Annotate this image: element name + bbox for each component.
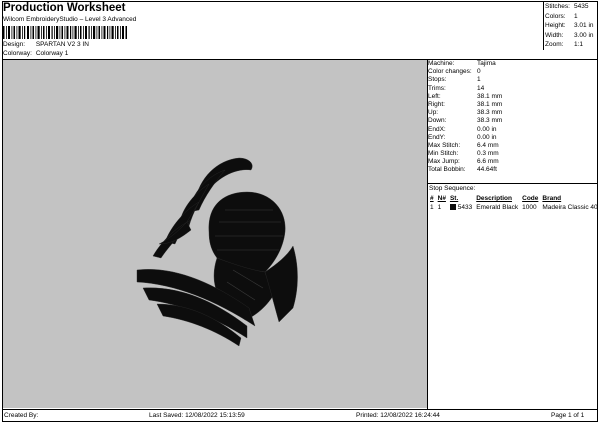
footer-divider	[2, 409, 598, 410]
info-row: Min Stitch: 0.3 mm	[428, 150, 499, 158]
info-row: EndY: 0.00 in	[428, 133, 497, 141]
cell-stop-number: 1	[430, 204, 434, 211]
design-value: SPARTAN V2 3 IN	[35, 41, 89, 48]
summary-row: Zoom: 1:1	[545, 41, 584, 48]
design-summary: Stitches: 5435 Colors: 1 Height: 3.01 in Wi…	[545, 2, 594, 50]
thread-color-swatch	[449, 204, 456, 211]
info-row: Trims: 14	[428, 84, 485, 92]
info-row: Stops: 1	[428, 76, 481, 84]
info-row: Color changes: 0	[428, 68, 481, 76]
cell-code: 1000	[522, 204, 537, 211]
machine-info: Machine: Tajima Color changes: 0 Stops: 1 T…	[428, 60, 597, 175]
summary-row: Stitches: 5435	[545, 3, 589, 10]
summary-divider	[543, 1, 544, 50]
info-row: Total Bobbin: 44.64ft	[428, 166, 497, 174]
design-label: Design:	[3, 41, 26, 48]
cell-needle: 1	[437, 204, 442, 211]
column-header: Description	[476, 195, 512, 202]
barcode-image	[3, 26, 127, 39]
info-row: EndX: 0.00 in	[428, 125, 497, 133]
summary-row: Width: 3.00 in	[545, 31, 594, 39]
table-header-row: # N# St. Description Code Brand	[428, 194, 600, 203]
info-row: Max Stitch: 6.4 mm	[428, 141, 499, 149]
info-row: Up: 38.3 mm	[428, 109, 503, 117]
footer-last-saved: Last Saved: 12/08/2022 15:13:59	[149, 412, 245, 419]
info-row: Right: 38.1 mm	[428, 100, 503, 108]
footer-page-number: Page 1 of 1	[551, 412, 585, 419]
table-row: 1 1 5433 Emerald Black 1000 Madeira Clas…	[428, 203, 600, 212]
colorway-value: Colorway 1	[35, 50, 69, 57]
info-divider	[427, 183, 598, 184]
cell-brand: Madeira Classic 40	[542, 204, 598, 211]
info-row: Max Jump: 6.6 mm	[428, 158, 499, 166]
stop-sequence-table: # N# St. Description Code Brand 1 1 5433…	[428, 194, 600, 212]
cell-stitches: 5433	[448, 203, 474, 212]
summary-row: Height: 3.01 in	[545, 22, 594, 29]
info-row: Left: 38.1 mm	[428, 92, 503, 100]
colorway-label: Colorway:	[3, 50, 32, 57]
design-row: Design: SPARTAN V2 3 IN	[3, 41, 89, 48]
colorway-row: Colorway: Colorway 1	[3, 50, 68, 57]
page-title: Production Worksheet	[3, 2, 126, 14]
info-row: Down: 38.3 mm	[428, 117, 503, 125]
info-row: Machine: Tajima	[428, 60, 496, 67]
summary-row: Colors: 1	[545, 12, 578, 20]
column-header: N#	[437, 195, 446, 202]
column-header: St.	[449, 195, 459, 202]
cell-description: Emerald Black	[476, 204, 519, 211]
footer-created-by: Created By:	[4, 412, 39, 419]
footer-printed: Printed: 12/08/2022 16:24:44	[356, 412, 440, 419]
column-header: #	[430, 195, 434, 202]
software-subtitle: Wilcom EmbroideryStudio – Level 3 Advanc…	[3, 16, 137, 23]
design-preview	[3, 60, 427, 408]
column-header: Brand	[542, 195, 562, 202]
column-header: Code	[522, 195, 539, 202]
stop-sequence-title: Stop Sequence:	[429, 185, 476, 192]
spartan-helmet-image	[136, 157, 298, 347]
